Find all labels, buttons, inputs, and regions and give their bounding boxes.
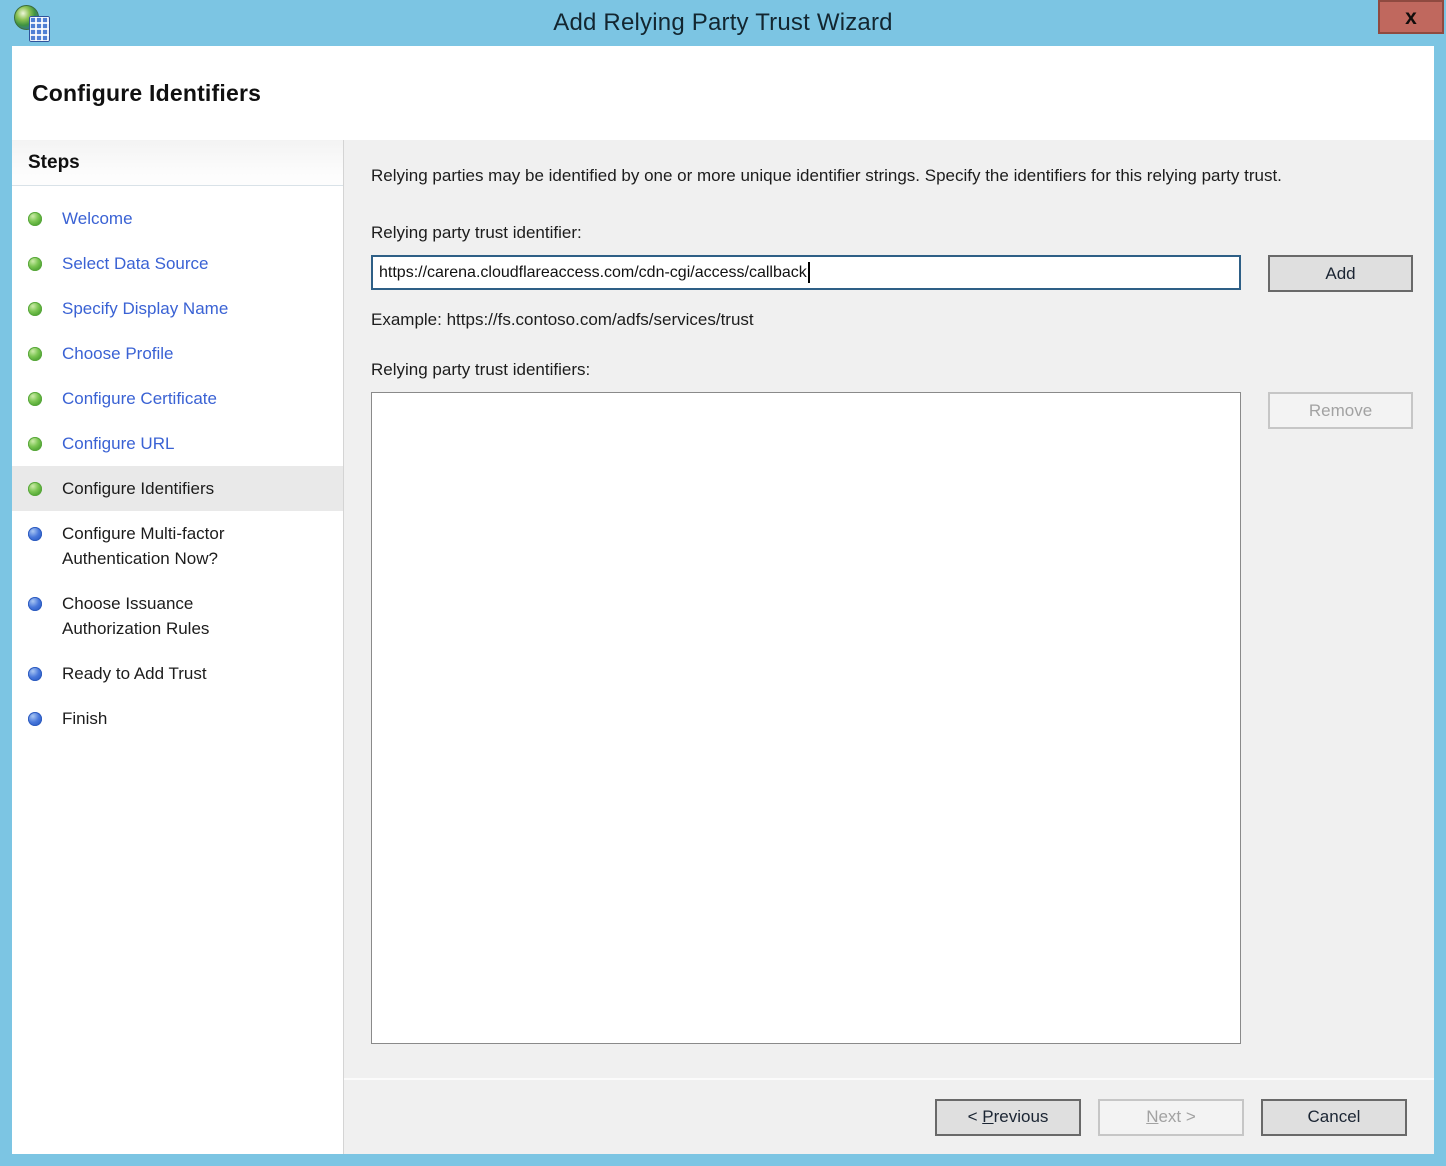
close-button[interactable]: x [1378,0,1444,34]
step-completed-dot-icon [28,302,42,316]
wizard-window: Add Relying Party Trust Wizard x Configu… [0,0,1446,1166]
step-pending-dot-icon [28,667,42,681]
main-pane: Relying parties may be identified by one… [343,140,1434,1154]
step-completed-dot-icon [28,437,42,451]
step-pending-dot-icon [28,527,42,541]
next-button[interactable]: Next > [1098,1099,1244,1136]
example-text: Example: https://fs.contoso.com/adfs/ser… [371,310,1413,330]
sidebar-item-select-data-source[interactable]: Select Data Source [12,241,343,286]
previous-button[interactable]: < Previous [935,1099,1081,1136]
steps-heading: Steps [12,140,343,186]
sidebar-item-configure-certificate[interactable]: Configure Certificate [12,376,343,421]
step-completed-dot-icon [28,482,42,496]
identifier-field-label: Relying party trust identifier: [371,223,1413,243]
step-pending-dot-icon [28,712,42,726]
remove-button[interactable]: Remove [1268,392,1413,429]
sidebar-item-ready-to-add-trust[interactable]: Ready to Add Trust [12,651,343,696]
sidebar-item-welcome[interactable]: Welcome [12,196,343,241]
identifiers-listbox[interactable] [371,392,1241,1044]
identifiers-list-label: Relying party trust identifiers: [371,360,1413,380]
footer-bar: < Previous Next > Cancel [344,1078,1434,1154]
sidebar-item-choose-profile[interactable]: Choose Profile [12,331,343,376]
step-completed-dot-icon [28,212,42,226]
cancel-button[interactable]: Cancel [1261,1099,1407,1136]
step-pending-dot-icon [28,597,42,611]
step-completed-dot-icon [28,347,42,361]
sidebar-item-choose-issuance-rules[interactable]: Choose Issuance Authorization Rules [12,581,343,651]
page-description: Relying parties may be identified by one… [371,163,1401,189]
add-button[interactable]: Add [1268,255,1413,292]
sidebar-item-specify-display-name[interactable]: Specify Display Name [12,286,343,331]
window-body: Configure Identifiers Steps Welcome Sele… [12,46,1434,1154]
sidebar-item-finish[interactable]: Finish [12,696,343,741]
sidebar-item-configure-url[interactable]: Configure URL [12,421,343,466]
step-completed-dot-icon [28,257,42,271]
steps-sidebar: Steps Welcome Select Data Source Specify… [12,140,343,1154]
sidebar-item-configure-identifiers[interactable]: Configure Identifiers [12,466,343,511]
text-caret [808,262,810,283]
page-header: Configure Identifiers [12,46,1434,140]
sidebar-item-configure-mfa[interactable]: Configure Multi-factor Authentication No… [12,511,343,581]
page-title: Configure Identifiers [32,80,261,107]
identifier-input-value: https://carena.cloudflareaccess.com/cdn-… [379,264,807,282]
title-bar: Add Relying Party Trust Wizard x [0,0,1446,46]
step-completed-dot-icon [28,392,42,406]
identifier-input[interactable]: https://carena.cloudflareaccess.com/cdn-… [371,255,1241,290]
steps-list: Welcome Select Data Source Specify Displ… [12,196,343,741]
window-title: Add Relying Party Trust Wizard [0,0,1446,46]
